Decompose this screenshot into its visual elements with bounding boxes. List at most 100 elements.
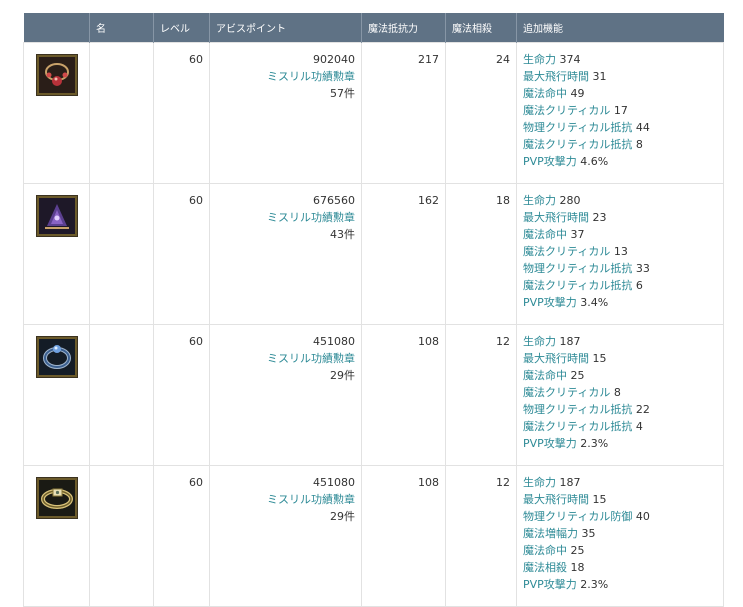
extra-stats-cell: 生命力 187 最大飛行時間 15 物理クリティカル防御 40 魔法増幅力 35… (516, 465, 724, 607)
abyss-points-cell: 676560 ミスリル功績勲章 43件 (209, 183, 362, 325)
necklace-red-icon[interactable] (36, 55, 77, 95)
table-row: 60 676560 ミスリル功績勲章 43件 162 18 生命力 280 最大… (23, 183, 724, 325)
abyss-points-value: 676560 (313, 194, 355, 207)
abyss-points-value: 451080 (313, 335, 355, 348)
stat-value: 40 (635, 510, 650, 523)
stat-value: 8 (613, 386, 621, 399)
stat-name: PVP攻撃力 (523, 155, 577, 168)
magic-def-cell: 12 (445, 324, 517, 466)
stat-name: PVP攻撃力 (523, 578, 577, 591)
header-name[interactable]: 名 (89, 13, 154, 43)
magic-def-cell: 12 (445, 465, 517, 607)
extra-stats-cell: 生命力 280 最大飛行時間 23 魔法命中 37 魔法クリティカル 13 物理… (516, 183, 724, 325)
abyss-points-value: 902040 (313, 53, 355, 66)
stat-name: 最大飛行時間 (523, 70, 589, 83)
ring-blue-icon[interactable] (36, 337, 77, 377)
abyss-points-cell: 902040 ミスリル功績勲章 57件 (209, 42, 362, 184)
stat-line: 魔法クリティカル 13 (523, 243, 717, 260)
name-cell (89, 324, 154, 466)
stat-value: 22 (635, 403, 650, 416)
stat-value: 280 (559, 194, 581, 207)
stat-line: 最大飛行時間 23 (523, 209, 717, 226)
item-table-wrapper: 名 レベル アビスポイント 魔法抵抗力 魔法相殺 追加機能 60 902040 … (23, 13, 724, 607)
name-cell (89, 465, 154, 607)
header-magic-resist[interactable]: 魔法抵抗力 (361, 13, 446, 43)
stat-line: 物理クリティカル抵抗 44 (523, 119, 717, 136)
stat-line: 最大飛行時間 15 (523, 491, 717, 508)
stat-name: 魔法命中 (523, 87, 567, 100)
stat-value: 4.6% (580, 155, 609, 168)
table-row: 60 451080 ミスリル功績勲章 29件 108 12 生命力 187 最大… (23, 324, 724, 466)
item-table: 名 レベル アビスポイント 魔法抵抗力 魔法相殺 追加機能 60 902040 … (23, 13, 724, 607)
header-level[interactable]: レベル (153, 13, 210, 43)
abyss-points-value: 451080 (313, 476, 355, 489)
stat-value: 33 (635, 262, 650, 275)
stat-line: 魔法クリティカル抵抗 4 (523, 418, 717, 435)
icon-cell (23, 465, 90, 607)
extra-stats-cell: 生命力 374 最大飛行時間 31 魔法命中 49 魔法クリティカル 17 物理… (516, 42, 724, 184)
magic-resist-cell: 162 (361, 183, 446, 325)
stat-name: 物理クリティカル抵抗 (523, 262, 633, 275)
stat-name: 魔法相殺 (523, 561, 567, 574)
stat-name: 生命力 (523, 476, 556, 489)
stat-name: 魔法増幅力 (523, 527, 578, 540)
stat-value: 17 (613, 104, 628, 117)
stat-value: 25 (570, 369, 585, 382)
stat-line: 魔法クリティカル抵抗 8 (523, 136, 717, 153)
stat-value: 15 (592, 493, 607, 506)
stat-name: 魔法命中 (523, 369, 567, 382)
medal-link[interactable]: ミスリル功績勲章 (216, 350, 355, 367)
stat-name: 最大飛行時間 (523, 493, 589, 506)
stat-value: 3.4% (580, 296, 609, 309)
icon-cell (23, 183, 90, 325)
stat-line: 魔法命中 25 (523, 367, 717, 384)
stat-value: 37 (570, 228, 585, 241)
magic-resist-cell: 217 (361, 42, 446, 184)
magic-resist-cell: 108 (361, 324, 446, 466)
stat-name: 魔法命中 (523, 544, 567, 557)
magic-def-cell: 24 (445, 42, 517, 184)
stat-value: 35 (581, 527, 596, 540)
stat-value: 187 (559, 476, 581, 489)
stat-line: 魔法クリティカル 8 (523, 384, 717, 401)
magic-resist-cell: 108 (361, 465, 446, 607)
stat-line: 魔法増幅力 35 (523, 525, 717, 542)
medal-count: 43件 (330, 228, 355, 241)
stat-value: 2.3% (580, 437, 609, 450)
medal-link[interactable]: ミスリル功績勲章 (216, 209, 355, 226)
stat-name: 生命力 (523, 53, 556, 66)
header-extra[interactable]: 追加機能 (516, 13, 724, 43)
table-row: 60 902040 ミスリル功績勲章 57件 217 24 生命力 374 最大… (23, 42, 724, 184)
stat-value: 25 (570, 544, 585, 557)
medal-count: 29件 (330, 510, 355, 523)
stat-line: 魔法相殺 18 (523, 559, 717, 576)
earring-purple-icon[interactable] (36, 196, 77, 236)
stat-value: 44 (635, 121, 650, 134)
stat-value: 18 (570, 561, 585, 574)
stat-value: 31 (592, 70, 607, 83)
stat-line: 生命力 280 (523, 192, 717, 209)
name-cell (89, 183, 154, 325)
medal-count: 29件 (330, 369, 355, 382)
magic-def-cell: 18 (445, 183, 517, 325)
stat-value: 8 (635, 138, 643, 151)
stat-name: 生命力 (523, 194, 556, 207)
stat-value: 49 (570, 87, 585, 100)
medal-link[interactable]: ミスリル功績勲章 (216, 491, 355, 508)
abyss-points-cell: 451080 ミスリル功績勲章 29件 (209, 465, 362, 607)
stat-value: 6 (635, 279, 643, 292)
header-magic-def[interactable]: 魔法相殺 (445, 13, 517, 43)
stat-name: 最大飛行時間 (523, 352, 589, 365)
stat-value: 2.3% (580, 578, 609, 591)
belt-gold-icon[interactable] (36, 478, 77, 518)
abyss-points-cell: 451080 ミスリル功績勲章 29件 (209, 324, 362, 466)
header-abyss-points[interactable]: アビスポイント (209, 13, 362, 43)
icon-cell (23, 324, 90, 466)
stat-value: 23 (592, 211, 607, 224)
stat-line: 物理クリティカル抵抗 33 (523, 260, 717, 277)
stat-line: PVP攻撃力 4.6% (523, 153, 717, 170)
stat-line: 最大飛行時間 31 (523, 68, 717, 85)
stat-name: 魔法クリティカル抵抗 (523, 420, 633, 433)
level-cell: 60 (153, 324, 210, 466)
medal-link[interactable]: ミスリル功績勲章 (216, 68, 355, 85)
